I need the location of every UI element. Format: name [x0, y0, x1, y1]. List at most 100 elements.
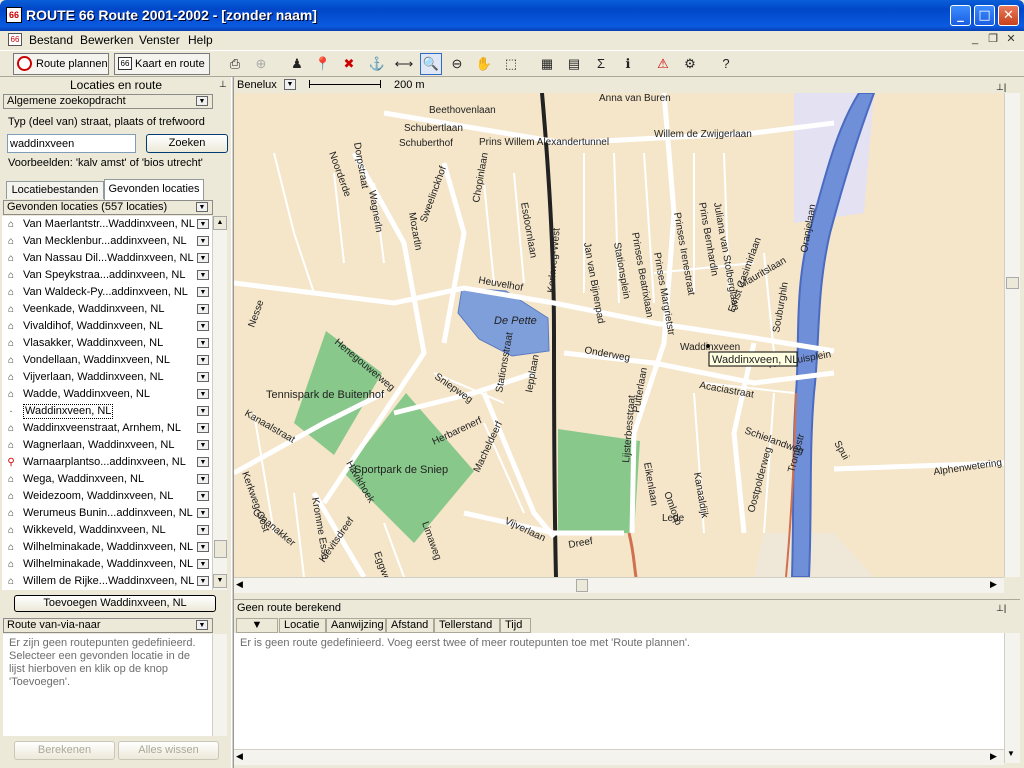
list-item[interactable]: ⌂ Wilhelminakade, Waddinxveen, NL ▼ — [2, 556, 212, 573]
column-aanwijzing[interactable]: Aanwijzing — [326, 618, 386, 633]
zoom-to-route-icon[interactable]: ⊕ — [250, 53, 272, 75]
list-item[interactable]: ⌂ Van Speykstraa...addinxveen, NL ▼ — [2, 267, 212, 284]
chevron-down-icon[interactable]: ▼ — [197, 406, 209, 416]
chevron-down-icon[interactable]: ▼ — [197, 338, 209, 348]
chevron-down-icon[interactable]: ▼ — [197, 321, 209, 331]
list-item[interactable]: ⌂ Van Mecklenbur...addinxveen, NL ▼ — [2, 233, 212, 250]
chevron-down-icon[interactable]: ▼ — [197, 304, 209, 314]
chevron-down-icon[interactable]: ▼ — [197, 219, 209, 229]
chevron-down-icon[interactable]: ▼ — [196, 202, 208, 212]
alles-wissen-button[interactable]: Alles wissen — [118, 741, 219, 760]
kaart-en-route-button[interactable]: 66 Kaart en route — [114, 53, 210, 75]
berekenen-button[interactable]: Berekenen — [14, 741, 115, 760]
list-item[interactable]: ⌂ Wega, Waddinxveen, NL ▼ — [2, 471, 212, 488]
route-point-icon[interactable]: ♟ — [286, 53, 308, 75]
tab-locatiebestanden[interactable]: Locatiebestanden — [6, 181, 104, 199]
search-input[interactable] — [7, 134, 136, 153]
pan-hand-icon[interactable]: ✋ — [473, 53, 495, 75]
document-icon[interactable]: 66 — [8, 33, 22, 46]
chevron-down-icon[interactable]: ▼ — [197, 491, 209, 501]
route-section-header[interactable]: Route van-via-naar ▼ — [3, 618, 213, 633]
menu-help[interactable]: Help — [188, 32, 213, 48]
help-icon[interactable]: ? — [715, 53, 737, 75]
info-icon[interactable]: ℹ — [617, 53, 639, 75]
map-canvas[interactable]: Beethovenlaan Prins Willem Alexandertunne… — [234, 93, 1004, 577]
tab-gevonden-locaties[interactable]: Gevonden locaties — [104, 179, 204, 200]
menu-venster[interactable]: Venster — [139, 32, 180, 48]
scroll-left-icon[interactable]: ◀ — [236, 579, 243, 590]
chevron-down-icon[interactable]: ▼ — [197, 508, 209, 518]
mdi-close-icon[interactable]: ✕ — [1004, 33, 1018, 46]
zoom-in-icon[interactable]: 🔍 — [420, 53, 442, 75]
chevron-down-icon[interactable]: ▼ — [197, 576, 209, 586]
measure-icon[interactable]: ⟷ — [393, 53, 415, 75]
list-item[interactable]: ⌂ Veenkade, Waddinxveen, NL ▼ — [2, 301, 212, 318]
list-item[interactable]: ⌂ Vondellaan, Waddinxveen, NL ▼ — [2, 352, 212, 369]
chevron-down-icon[interactable]: ▼ — [197, 423, 209, 433]
warning-icon[interactable]: ⚠ — [652, 53, 674, 75]
list-item[interactable]: ⌂ Werumeus Bunin...addinxveen, NL ▼ — [2, 505, 212, 522]
route-plannen-button[interactable]: Route plannen — [13, 53, 109, 75]
print-preview-icon[interactable]: ⎙ — [224, 53, 246, 75]
toevoegen-button[interactable]: Toevoegen Waddinxveen, NL — [14, 595, 216, 612]
chevron-down-icon[interactable]: ▼ — [197, 389, 209, 399]
menu-bestand[interactable]: Bestand — [29, 32, 73, 48]
chevron-down-icon[interactable]: ▼ — [197, 474, 209, 484]
route-hscrollbar[interactable]: ◀ ▶ — [234, 749, 1004, 765]
map-vscroll-thumb[interactable] — [1006, 277, 1019, 289]
delete-icon[interactable]: ✖ — [338, 53, 360, 75]
pushpin-icon[interactable]: 📍 — [312, 53, 334, 75]
chevron-down-icon[interactable]: ▼ — [197, 270, 209, 280]
settings-icon[interactable]: ⚙ — [679, 53, 701, 75]
chevron-down-icon[interactable]: ▼ — [197, 542, 209, 552]
chevron-down-icon[interactable]: ▼ — [196, 620, 208, 630]
list-item[interactable]: ⌂ Wadde, Waddinxveen, NL ▼ — [2, 386, 212, 403]
list-item[interactable]: ⌂ Vivaldihof, Waddinxveen, NL ▼ — [2, 318, 212, 335]
map-view[interactable]: Beethovenlaan Prins Willem Alexandertunne… — [234, 93, 1004, 577]
chevron-down-icon[interactable]: ▼ — [197, 559, 209, 569]
mdi-minimize-icon[interactable]: _ — [968, 33, 982, 46]
route-scroll-left-icon[interactable]: ◀ — [236, 751, 243, 762]
chevron-down-icon[interactable]: ▼ — [197, 372, 209, 382]
list-item[interactable]: ⌂ Waddinxveenstraat, Arnhem, NL ▼ — [2, 420, 212, 437]
map-hscrollbar[interactable]: ◀ ▶ — [234, 577, 1004, 593]
mdi-restore-icon[interactable]: ❐ — [986, 33, 1000, 46]
chevron-down-icon[interactable]: ▼ — [197, 525, 209, 535]
list-item[interactable]: ⌂ Van Maerlantstr...Waddinxveen, NL ▼ — [2, 216, 212, 233]
chevron-down-icon[interactable]: ▼ — [197, 457, 209, 467]
list-item[interactable]: ⌂ Van Nassau Dil...Waddinxveen, NL ▼ — [2, 250, 212, 267]
list-item[interactable]: ⌂ Wagnerlaan, Waddinxveen, NL ▼ — [2, 437, 212, 454]
route-vscrollbar[interactable]: ▼ — [1004, 633, 1020, 763]
column-afstand[interactable]: Afstand — [386, 618, 434, 633]
search-section-header[interactable]: Algemene zoekopdracht ▼ — [3, 94, 213, 109]
scroll-down-icon[interactable]: ▼ — [213, 574, 227, 588]
route-scroll-down-icon[interactable]: ▼ — [1007, 749, 1015, 758]
map-hscroll-thumb[interactable] — [576, 579, 588, 592]
sum-icon[interactable]: Σ — [590, 53, 612, 75]
list-item[interactable]: ⌂ Wilhelminakade, Waddinxveen, NL ▼ — [2, 539, 212, 556]
list-item[interactable]: · Waddinxveen, NL ▼ — [2, 403, 212, 420]
select-area-icon[interactable]: ⬚ — [500, 53, 522, 75]
list-item[interactable]: ⌂ Van Waldeck-Py...addinxveen, NL ▼ — [2, 284, 212, 301]
chevron-down-icon[interactable]: ▼ — [197, 355, 209, 365]
zoom-out-icon[interactable]: ⊖ — [446, 53, 468, 75]
route-scroll-right-icon[interactable]: ▶ — [990, 751, 997, 762]
route-scrollbar[interactable] — [212, 634, 227, 736]
list-item[interactable]: ⌂ Weidezoom, Waddinxveen, NL ▼ — [2, 488, 212, 505]
table-icon[interactable]: ▦ — [536, 53, 558, 75]
menu-bewerken[interactable]: Bewerken — [80, 32, 133, 48]
minimize-icon[interactable]: _ — [950, 5, 971, 26]
panel-pin-icon[interactable]: ⊥ — [219, 79, 229, 89]
scroll-right-icon[interactable]: ▶ — [990, 579, 997, 590]
chevron-down-icon[interactable]: ▼ — [196, 96, 208, 106]
route-panel-pin-icon[interactable]: ⊥| — [996, 600, 1006, 617]
region-dropdown-icon[interactable]: ▼ — [284, 79, 296, 90]
list-item[interactable]: ⌂ Vlasakker, Waddinxveen, NL ▼ — [2, 335, 212, 352]
scroll-thumb[interactable] — [214, 540, 227, 558]
app-icon[interactable]: 66 — [6, 7, 22, 23]
chevron-down-icon[interactable]: ▼ — [197, 253, 209, 263]
list-item[interactable]: ⚲ Warnaarplantso...addinxveen, NL ▼ — [2, 454, 212, 471]
list-item[interactable]: ⌂ Willem de Rijke...Waddinxveen, NL ▼ — [2, 573, 212, 590]
list-item[interactable]: ⌂ Vijverlaan, Waddinxveen, NL ▼ — [2, 369, 212, 386]
map-vscrollbar[interactable] — [1004, 93, 1020, 577]
